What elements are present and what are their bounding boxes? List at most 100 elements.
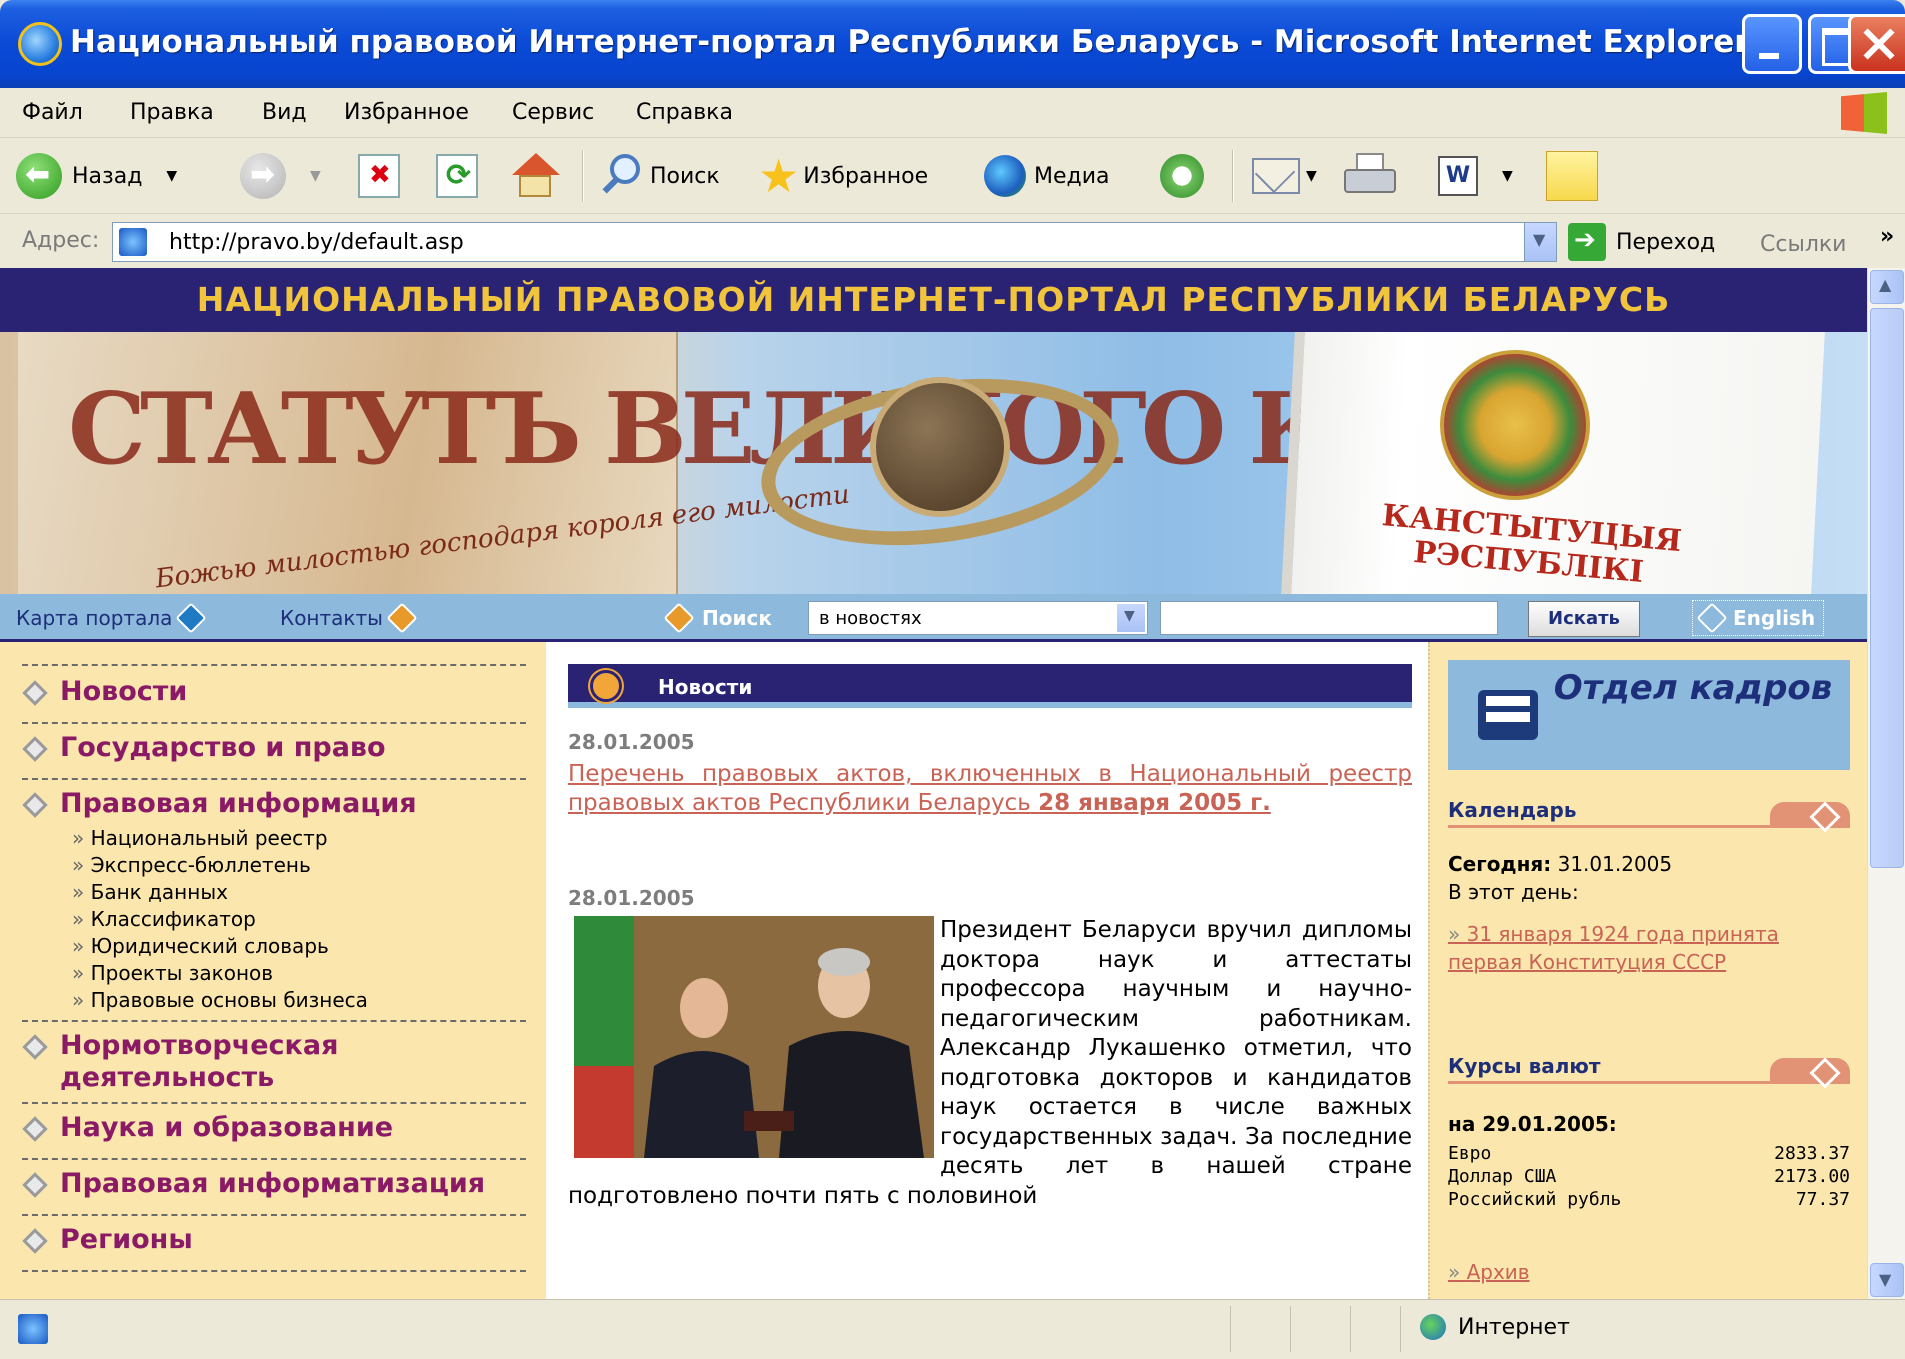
english-link[interactable]: English [1692,600,1825,636]
arrow-diamond-icon [175,602,207,634]
address-dropdown-button[interactable]: ▼ [1524,223,1556,261]
menu-science-education[interactable]: Наука и образование [22,1112,393,1143]
menu-tools[interactable]: Сервис [512,98,594,128]
site-nav-bar: Карта портала Контакты Поиск в новостях ▼… [0,594,1867,642]
submenu-business-law[interactable]: Правовые основы бизнеса [72,988,368,1012]
menu-edit[interactable]: Правка [130,98,214,128]
submenu-draft-laws[interactable]: Проекты законов [72,961,273,985]
menu-news[interactable]: Новости [22,676,187,707]
mail-button[interactable]: ▼ [1252,150,1317,202]
menu-favorites[interactable]: Избранное [344,98,469,128]
notes-button[interactable] [1546,150,1598,202]
diamond-bullet-icon [22,1228,48,1254]
forward-button[interactable]: ➡ ▼ [240,150,321,202]
submenu-law-dictionary[interactable]: Юридический словарь [72,934,329,958]
diamond-tab-icon [1770,802,1850,828]
word-edit-icon: W [1438,156,1478,196]
toolbar: ⬅ Назад ▼ ➡ ▼ ✖ ⟳ Поиск ★ Избранное Меди… [0,138,1905,214]
submenu-express-bulletin[interactable]: Экспресс-бюллетень [72,853,311,877]
printer-icon [1344,153,1396,199]
star-icon: ★ [758,149,800,203]
mail-envelope-icon [1252,152,1300,194]
menu-bar: Файл Правка Вид Избранное Сервис Справка [0,88,1905,138]
internet-globe-icon [1420,1314,1446,1340]
address-label: Адрес: [22,228,100,253]
home-button[interactable] [510,150,560,202]
menu-view[interactable]: Вид [262,98,307,128]
favorites-button[interactable]: ★ Избранное [758,150,928,202]
back-arrow-icon: ⬅ [16,153,62,199]
scroll-up-button[interactable] [1870,270,1904,304]
search-input[interactable] [1160,601,1498,635]
arrow-diamond-icon [1696,602,1728,634]
rates-table: Евро 2833.37 Доллар США 2173.00 Российский… [1448,1142,1850,1211]
print-button[interactable] [1344,150,1396,202]
table-row: Доллар США 2173.00 [1448,1166,1850,1187]
page-icon [119,228,147,256]
submenu-database[interactable]: Банк данных [72,880,228,904]
search-icon [600,154,644,198]
menu-lawmaking[interactable]: Нормотворческая деятельность [22,1030,502,1094]
calendar-header: Календарь [1448,798,1850,828]
links-button[interactable]: Ссылки [1760,232,1846,257]
diamond-bullet-icon [22,792,48,818]
address-input[interactable]: http://pravo.by/default.asp ▼ [112,222,1557,262]
stop-button[interactable]: ✖ [358,150,400,202]
search-button[interactable]: Поиск [600,150,720,202]
hr-department-banner[interactable]: Отдел кадров [1448,660,1850,770]
search-label: Поиск [663,602,772,634]
archive-link[interactable]: » Архив [1448,1260,1530,1284]
search-scope-select[interactable]: в новостях ▼ [808,601,1148,635]
diamond-tab-icon [1770,1058,1850,1084]
site-map-link[interactable]: Карта портала [16,602,207,634]
menu-regions[interactable]: Регионы [22,1224,193,1255]
media-globe-icon [984,155,1026,197]
diamond-bullet-icon [22,680,48,706]
page-status-icon [18,1314,48,1344]
diamond-bullet-icon [22,1172,48,1198]
home-icon [510,153,560,199]
minimize-button[interactable] [1742,14,1802,74]
news-photo [574,916,934,1158]
contacts-link[interactable]: Контакты [280,602,418,634]
close-button[interactable] [1848,14,1905,74]
refresh-button[interactable]: ⟳ [436,150,478,202]
browser-window: Национальный правовой Интернет-портал Ре… [0,0,1905,1359]
menu-legal-info[interactable]: Правовая информация [22,788,417,819]
status-bar: Интернет [0,1299,1905,1359]
go-arrow-icon [1568,223,1606,261]
site-banner: СТАТУТЪ ВЕЛИКОГО КНЯЗ Божью милостью гос… [0,332,1867,594]
stop-icon: ✖ [358,154,400,198]
security-zone: Интернет [1420,1314,1570,1340]
table-row: Евро 2833.37 [1448,1143,1850,1164]
search-submit-button[interactable]: Искать [1528,601,1640,637]
scroll-thumb[interactable] [1870,308,1904,868]
history-button[interactable] [1160,150,1204,202]
rates-date: на 29.01.2005: [1448,1112,1617,1136]
statute-scroll-image: СТАТУТЪ ВЕЛИКОГО КНЯЗ Божью милостью гос… [18,332,1569,594]
scroll-down-button[interactable] [1870,1263,1904,1297]
submenu-classifier[interactable]: Классификатор [72,907,256,931]
go-button[interactable]: Переход [1568,222,1715,262]
media-button[interactable]: Медиа [984,150,1110,202]
title-bar[interactable]: Национальный правовой Интернет-портал Ре… [0,0,1905,88]
menu-legal-informatization[interactable]: Правовая информатизация [22,1168,485,1199]
menu-state-and-law[interactable]: Государство и право [22,732,386,763]
chevron-right-icon[interactable]: » [1880,224,1894,249]
diamond-bullet-icon [22,1034,48,1060]
submenu-national-register[interactable]: Национальный реестр [72,826,328,850]
windows-logo-icon [1841,92,1887,134]
card-file-icon [1478,690,1538,740]
back-button[interactable]: ⬅ Назад ▼ [16,150,177,202]
calendar-event-link[interactable]: » 31 января 1924 года принята первая Кон… [1448,920,1848,976]
vertical-scrollbar[interactable] [1867,268,1905,1299]
search-diamond-icon [663,602,695,634]
rates-header: Курсы валют [1448,1054,1850,1084]
ie-logo-icon [18,22,62,66]
table-row: Российский рубль 77.37 [1448,1189,1850,1210]
edit-button[interactable]: W ▼ [1438,150,1513,202]
refresh-icon: ⟳ [436,154,478,198]
menu-help[interactable]: Справка [636,98,733,128]
state-emblem-icon [1440,350,1590,500]
menu-file[interactable]: Файл [22,98,83,128]
